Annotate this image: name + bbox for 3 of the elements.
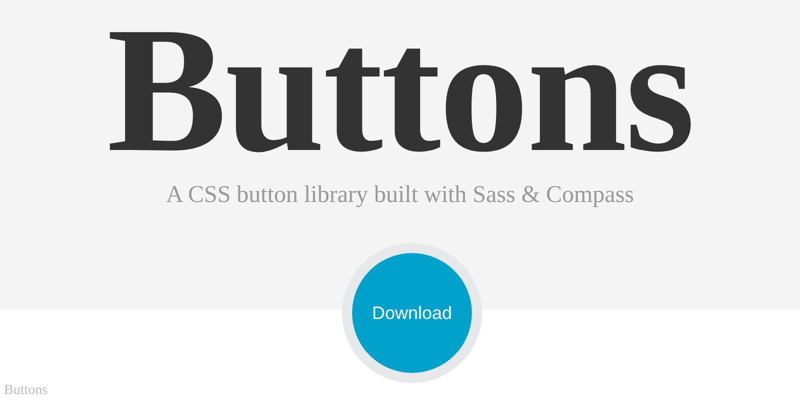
page-subtitle: A CSS button library built with Sass & Compass <box>166 182 634 209</box>
page-title: Buttons <box>106 0 694 180</box>
footer-logo-text: Buttons <box>4 383 48 399</box>
